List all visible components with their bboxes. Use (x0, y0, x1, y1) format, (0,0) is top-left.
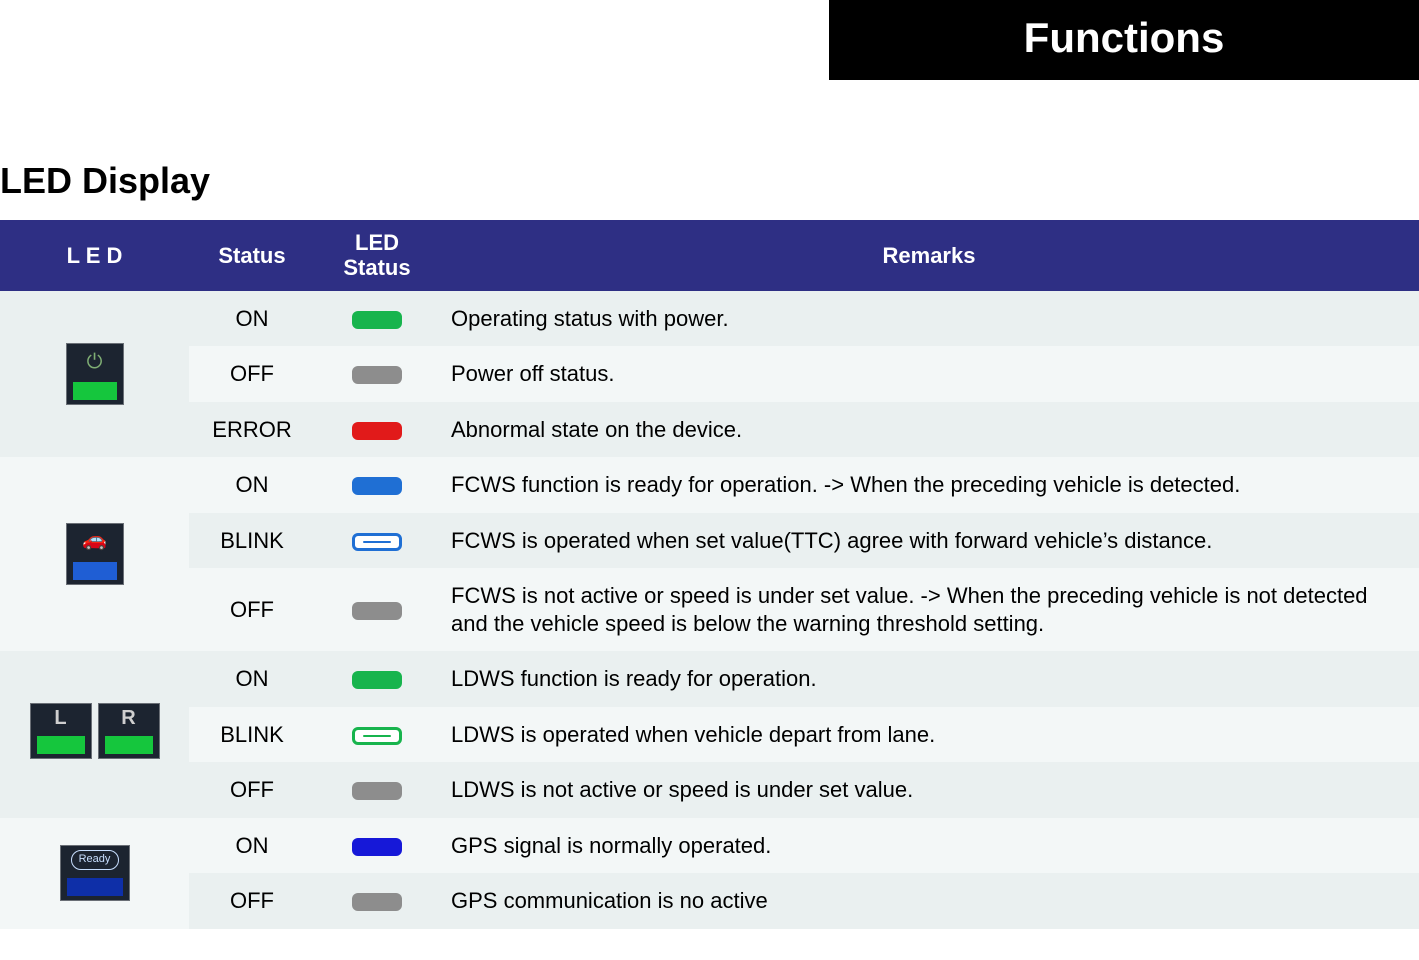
remarks-text: GPS signal is normally operated. (439, 818, 1419, 874)
col-header-status: Status (189, 220, 315, 291)
remarks-text: LDWS is operated when vehicle depart fro… (439, 707, 1419, 763)
led-status-cell (315, 513, 439, 569)
led-status-cell (315, 707, 439, 763)
led-pill-darkblue (352, 838, 402, 856)
led-pill-gray (352, 602, 402, 620)
power-led-bar (73, 382, 117, 400)
led-display-table: L E D Status LED Status Remarks ⏻ ON Ope… (0, 220, 1419, 929)
remarks-text: Operating status with power. (439, 291, 1419, 347)
led-status-cell (315, 457, 439, 513)
remarks-text: LDWS function is ready for operation. (439, 651, 1419, 707)
ldws-left-label: L (31, 706, 91, 731)
led-status-cell (315, 568, 439, 651)
table-header-row: L E D Status LED Status Remarks (0, 220, 1419, 291)
status-text: ON (189, 457, 315, 513)
page-header: Functions (829, 0, 1419, 80)
led-pill-blink-blue (352, 533, 402, 551)
ldws-left-cell: L (30, 703, 92, 759)
col-header-ledstatus-text: LED Status (343, 230, 410, 280)
gps-led-bar (67, 878, 123, 896)
power-symbol-icon: ⏻ (67, 350, 123, 375)
table-row: ⏻ ON Operating status with power. (0, 291, 1419, 347)
status-text: ON (189, 818, 315, 874)
table-row: OFF FCWS is not active or speed is under… (0, 568, 1419, 651)
led-pill-green (352, 671, 402, 689)
car-symbol-icon: 🚗 (67, 528, 123, 553)
led-pill-red (352, 422, 402, 440)
ldws-right-cell: R (98, 703, 160, 759)
led-pill-gray (352, 782, 402, 800)
led-pill-gray (352, 893, 402, 911)
led-pill-blink-green (352, 727, 402, 745)
remarks-text: FCWS function is ready for operation. ->… (439, 457, 1419, 513)
led-status-cell (315, 818, 439, 874)
ready-badge: Ready (71, 850, 119, 870)
col-header-remarks: Remarks (439, 220, 1419, 291)
status-text: BLINK (189, 513, 315, 569)
led-pill-green (352, 311, 402, 329)
led-pill-gray (352, 366, 402, 384)
status-text: OFF (189, 568, 315, 651)
table-row: ERROR Abnormal state on the device. (0, 402, 1419, 458)
led-status-cell (315, 873, 439, 929)
remarks-text: GPS communication is no active (439, 873, 1419, 929)
page-header-title: Functions (1024, 14, 1225, 61)
table-row: OFF Power off status. (0, 346, 1419, 402)
fcws-led-bar (73, 562, 117, 580)
remarks-text: FCWS is operated when set value(TTC) agr… (439, 513, 1419, 569)
power-led-icon: ⏻ (66, 343, 124, 405)
table-row: Ready ON GPS signal is normally operated… (0, 818, 1419, 874)
led-status-cell (315, 762, 439, 818)
led-status-cell (315, 346, 439, 402)
ldws-right-bar (105, 736, 153, 754)
status-text: OFF (189, 346, 315, 402)
table-row: OFF LDWS is not active or speed is under… (0, 762, 1419, 818)
status-text: OFF (189, 873, 315, 929)
led-status-cell (315, 291, 439, 347)
fcws-led-icon: 🚗 (66, 523, 124, 585)
table-row: BLINK FCWS is operated when set value(TT… (0, 513, 1419, 569)
ldws-right-label: R (99, 706, 159, 731)
led-cell-ldws: L R (0, 651, 189, 818)
status-text: ERROR (189, 402, 315, 458)
table-row: OFF GPS communication is no active (0, 873, 1419, 929)
col-header-led: L E D (0, 220, 189, 291)
status-text: OFF (189, 762, 315, 818)
table-row: BLINK LDWS is operated when vehicle depa… (0, 707, 1419, 763)
led-cell-fcws: 🚗 (0, 457, 189, 651)
led-pill-blue (352, 477, 402, 495)
ldws-led-icon: L R (30, 703, 160, 759)
status-text: ON (189, 651, 315, 707)
gps-led-icon: Ready (60, 845, 130, 901)
remarks-text: LDWS is not active or speed is under set… (439, 762, 1419, 818)
table-row: L R ON LDWS function is ready for operat… (0, 651, 1419, 707)
status-text: ON (189, 291, 315, 347)
col-header-ledstatus: LED Status (315, 220, 439, 291)
section-title: LED Display (0, 160, 1419, 202)
remarks-text: Abnormal state on the device. (439, 402, 1419, 458)
remarks-text: FCWS is not active or speed is under set… (439, 568, 1419, 651)
remarks-text: Power off status. (439, 346, 1419, 402)
table-row: 🚗 ON FCWS function is ready for operatio… (0, 457, 1419, 513)
status-text: BLINK (189, 707, 315, 763)
led-cell-gps: Ready (0, 818, 189, 929)
led-status-cell (315, 651, 439, 707)
ldws-left-bar (37, 736, 85, 754)
led-cell-power: ⏻ (0, 291, 189, 458)
led-status-cell (315, 402, 439, 458)
